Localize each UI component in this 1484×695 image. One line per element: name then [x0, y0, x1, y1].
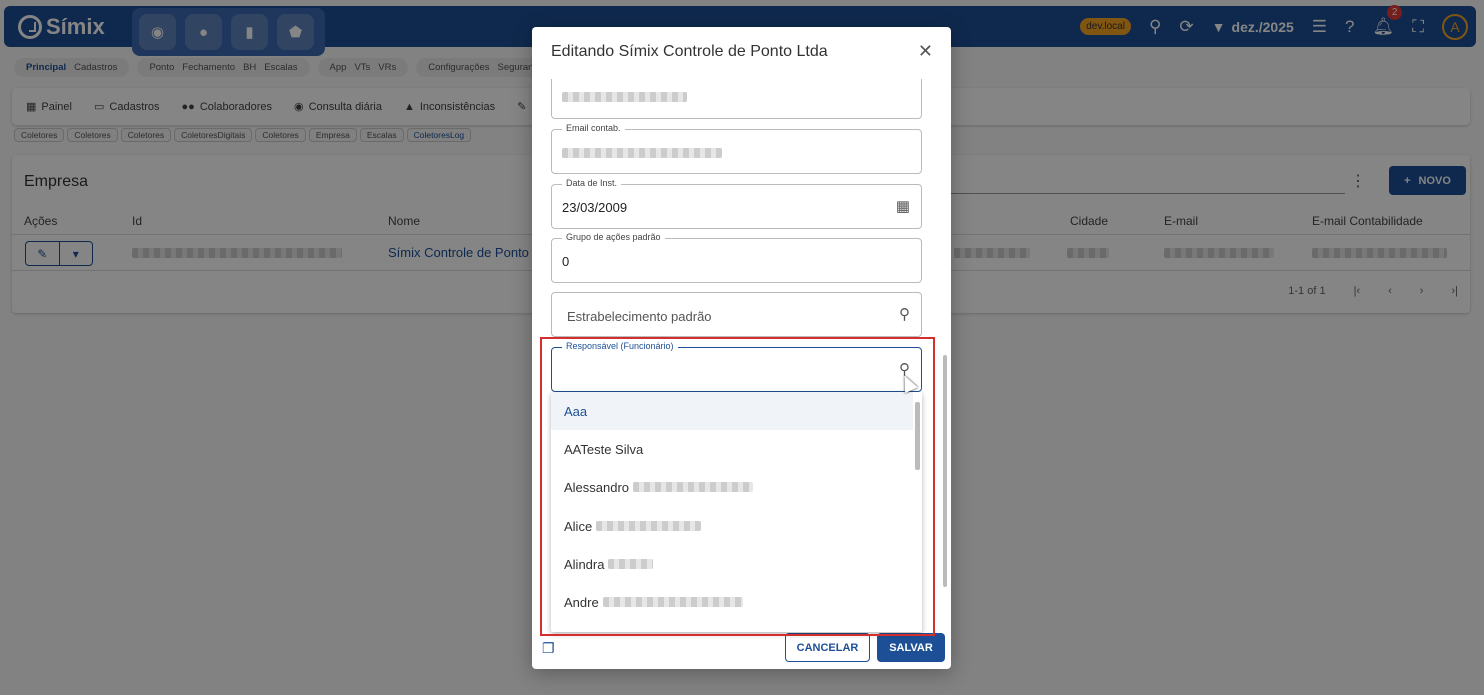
email-value-blurred: [562, 92, 687, 102]
email-contab-value-blurred: [562, 148, 722, 158]
close-icon[interactable]: ✕: [918, 41, 933, 62]
email-contab-field[interactable]: Email contab.: [551, 123, 922, 174]
copy-icon[interactable]: ❐: [542, 640, 555, 657]
save-button[interactable]: SALVAR: [877, 633, 945, 662]
email-field[interactable]: [551, 79, 922, 119]
dialog-scrollbar[interactable]: [942, 87, 948, 627]
highlight-box: [540, 337, 935, 636]
dialog-scrollbar-thumb[interactable]: [943, 355, 947, 587]
dialog-title: Editando Símix Controle de Ponto Ltda: [551, 43, 828, 60]
cancel-button[interactable]: CANCELAR: [785, 633, 870, 662]
calendar-icon[interactable]: ▦: [896, 197, 910, 215]
search-icon[interactable]: ⚲: [899, 305, 910, 323]
establishment-field[interactable]: Estrabelecimento padrão ⚲: [551, 292, 922, 337]
group-field[interactable]: Grupo de ações padrão 0: [551, 232, 922, 283]
date-field[interactable]: Data de Inst. 23/03/2009 ▦: [551, 178, 922, 229]
